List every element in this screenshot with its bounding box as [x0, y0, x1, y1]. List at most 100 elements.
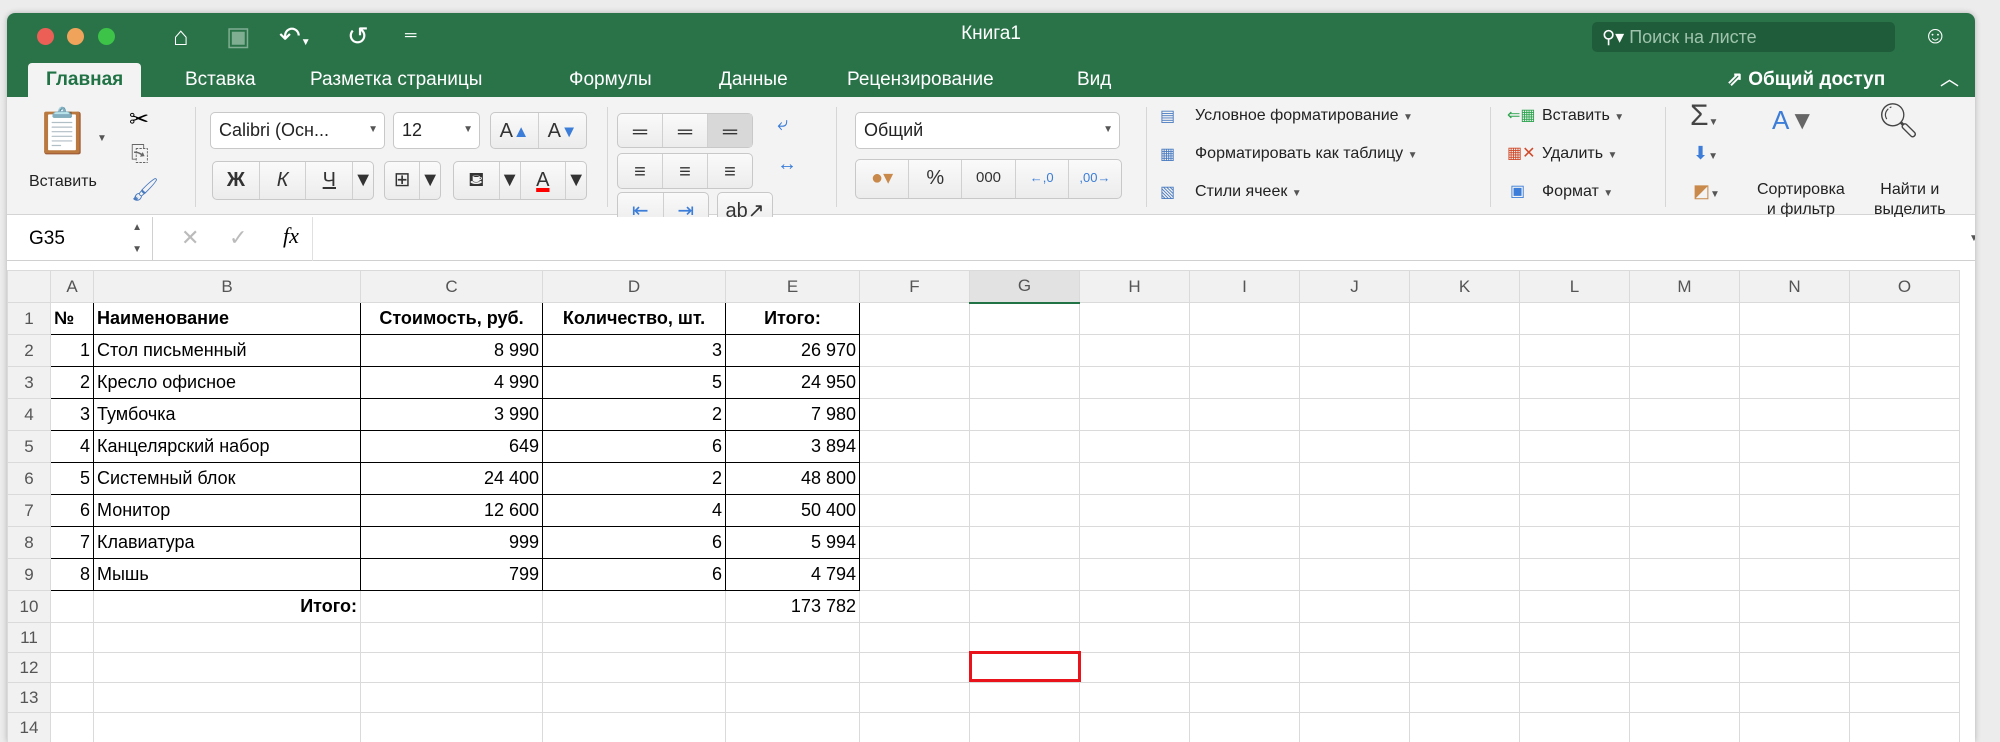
cell-A12[interactable]	[50, 652, 94, 683]
column-header-D[interactable]: D	[542, 270, 726, 303]
row-header[interactable]: 4	[7, 398, 51, 431]
cell-A9[interactable]: 8	[50, 558, 94, 591]
cell-B5[interactable]: Канцелярский набор	[93, 430, 361, 463]
cell-E10[interactable]: 173 782	[725, 590, 860, 623]
cell-H14[interactable]	[1079, 712, 1190, 742]
find-select-button[interactable]: Найти и выделить	[1874, 180, 1946, 220]
cell-H9[interactable]	[1079, 558, 1190, 591]
cell-C6[interactable]: 24 400	[360, 462, 543, 495]
cell-L1[interactable]	[1519, 302, 1630, 335]
cell-N3[interactable]	[1739, 366, 1850, 399]
cell-D7[interactable]: 4	[542, 494, 726, 527]
cell-M12[interactable]	[1629, 652, 1740, 683]
cell-E4[interactable]: 7 980	[725, 398, 860, 431]
cell-B1[interactable]: Наименование	[93, 302, 361, 335]
cell-L3[interactable]	[1519, 366, 1630, 399]
cell-F11[interactable]	[859, 622, 970, 653]
cell-J9[interactable]	[1299, 558, 1410, 591]
cell-N4[interactable]	[1739, 398, 1850, 431]
cell-O5[interactable]	[1849, 430, 1960, 463]
clear-eraser-icon[interactable]: ◩▼	[1693, 181, 1720, 202]
cell-O9[interactable]	[1849, 558, 1960, 591]
cell-G6[interactable]	[969, 462, 1080, 495]
font-color-dropdown[interactable]: ▼	[566, 162, 586, 199]
cell-L12[interactable]	[1519, 652, 1630, 683]
borders-button[interactable]: ⊞	[385, 162, 421, 199]
cell-I6[interactable]	[1189, 462, 1300, 495]
cell-L8[interactable]	[1519, 526, 1630, 559]
cell-N14[interactable]	[1739, 712, 1850, 742]
merge-center-icon[interactable]: ↔	[777, 153, 797, 176]
decrease-decimal-button[interactable]: ,00→	[1069, 160, 1121, 198]
column-header-O[interactable]: O	[1849, 270, 1960, 303]
cell-H11[interactable]	[1079, 622, 1190, 653]
cell-H1[interactable]	[1079, 302, 1190, 335]
cell-B2[interactable]: Стол письменный	[93, 334, 361, 367]
cell-K4[interactable]	[1409, 398, 1520, 431]
cell-K6[interactable]	[1409, 462, 1520, 495]
cell-M6[interactable]	[1629, 462, 1740, 495]
select-all-corner[interactable]	[7, 270, 51, 303]
row-header[interactable]: 5	[7, 430, 51, 463]
cell-J8[interactable]	[1299, 526, 1410, 559]
insert-function-icon[interactable]: fx	[283, 223, 299, 249]
cell-L11[interactable]	[1519, 622, 1630, 653]
cell-H4[interactable]	[1079, 398, 1190, 431]
cell-I7[interactable]	[1189, 494, 1300, 527]
cell-B6[interactable]: Системный блок	[93, 462, 361, 495]
cell-M10[interactable]	[1629, 590, 1740, 623]
cell-G2[interactable]	[969, 334, 1080, 367]
percent-button[interactable]: %	[909, 160, 963, 198]
align-center-button[interactable]: ≡	[663, 154, 708, 188]
cell-D14[interactable]	[542, 712, 726, 742]
cell-I10[interactable]	[1189, 590, 1300, 623]
column-header-B[interactable]: B	[93, 270, 361, 303]
cell-C7[interactable]: 12 600	[360, 494, 543, 527]
collapse-ribbon-icon[interactable]: ︿	[1940, 63, 1959, 97]
tab-insert[interactable]: Вставка	[185, 63, 256, 97]
font-name-select[interactable]: Calibri (Осн... ▼	[210, 112, 385, 149]
cell-G9[interactable]	[969, 558, 1080, 591]
align-right-button[interactable]: ≡	[708, 154, 752, 188]
cell-H8[interactable]	[1079, 526, 1190, 559]
cell-N5[interactable]	[1739, 430, 1850, 463]
cell-G7[interactable]	[969, 494, 1080, 527]
cell-I11[interactable]	[1189, 622, 1300, 653]
cell-L4[interactable]	[1519, 398, 1630, 431]
cell-I1[interactable]	[1189, 302, 1300, 335]
cell-F2[interactable]	[859, 334, 970, 367]
cell-J11[interactable]	[1299, 622, 1410, 653]
cell-N8[interactable]	[1739, 526, 1850, 559]
tab-data[interactable]: Данные	[719, 63, 788, 97]
cell-A5[interactable]: 4	[50, 430, 94, 463]
column-header-J[interactable]: J	[1299, 270, 1410, 303]
cell-C14[interactable]	[360, 712, 543, 742]
cell-E1[interactable]: Итого:	[725, 302, 860, 335]
wrap-text-icon[interactable]: ⤶	[777, 113, 788, 136]
cell-C9[interactable]: 799	[360, 558, 543, 591]
borders-dropdown[interactable]: ▼	[420, 162, 440, 199]
align-left-button[interactable]: ≡	[618, 154, 663, 188]
cell-M8[interactable]	[1629, 526, 1740, 559]
cell-K2[interactable]	[1409, 334, 1520, 367]
cell-L7[interactable]	[1519, 494, 1630, 527]
insert-cells-button[interactable]: Вставить ▼	[1542, 107, 1624, 125]
number-format-select[interactable]: Общий ▼	[855, 112, 1120, 149]
cell-D5[interactable]: 6	[542, 430, 726, 463]
fill-color-dropdown[interactable]: ▼	[500, 162, 521, 199]
cell-D10[interactable]	[542, 590, 726, 623]
cell-M9[interactable]	[1629, 558, 1740, 591]
cell-O13[interactable]	[1849, 682, 1960, 713]
cell-L13[interactable]	[1519, 682, 1630, 713]
cell-B11[interactable]	[93, 622, 361, 653]
cell-K10[interactable]	[1409, 590, 1520, 623]
column-header-F[interactable]: F	[859, 270, 970, 303]
cut-icon[interactable]: ✂	[129, 105, 149, 134]
cancel-icon[interactable]: ✕	[181, 225, 199, 251]
cell-A1[interactable]: №	[50, 302, 94, 335]
row-header[interactable]: 2	[7, 334, 51, 367]
cell-C8[interactable]: 999	[360, 526, 543, 559]
cell-A6[interactable]: 5	[50, 462, 94, 495]
cell-I3[interactable]	[1189, 366, 1300, 399]
column-header-A[interactable]: A	[50, 270, 94, 303]
